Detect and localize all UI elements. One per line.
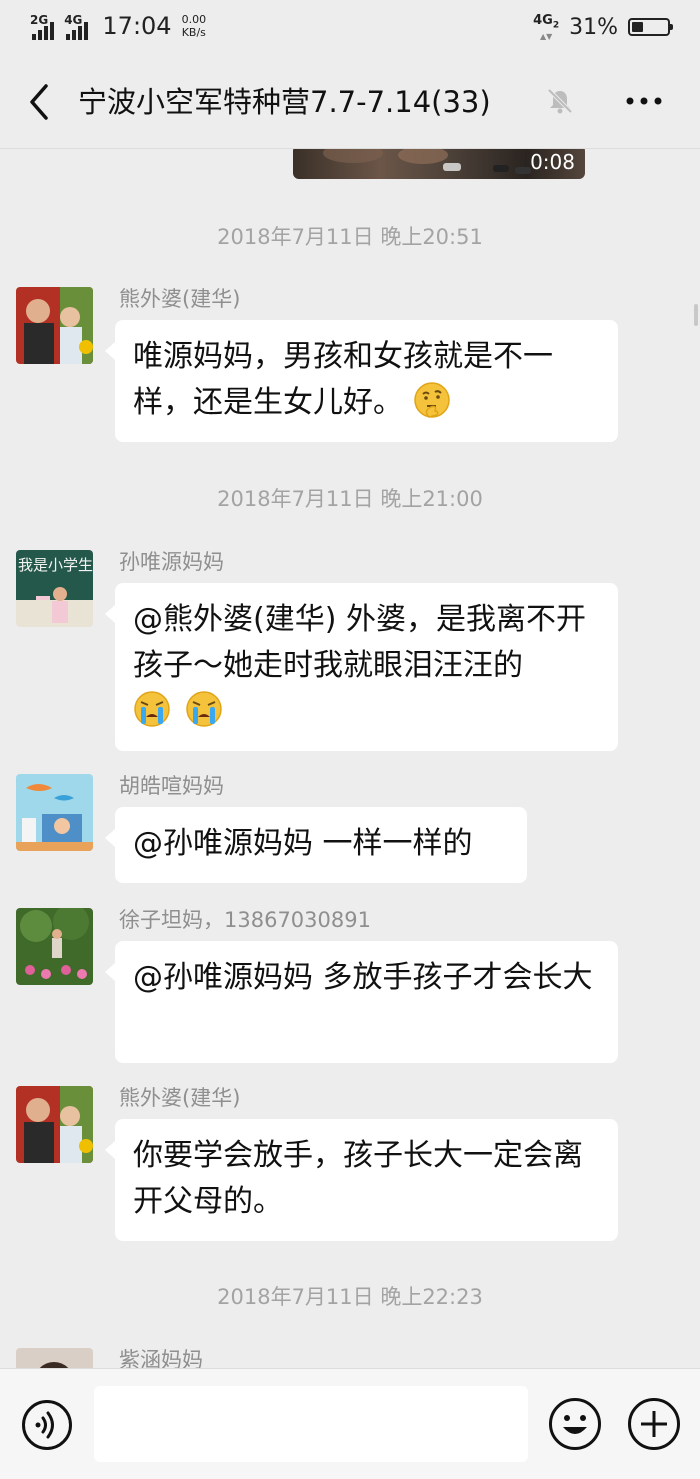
signal-bars-icon [32, 22, 55, 40]
video-duration: 0:08 [530, 150, 575, 174]
chat-area[interactable]: 0:08 2018年7月11日 晚上20:51 熊外婆(建华) 唯源妈妈，男孩和… [0, 149, 700, 1368]
chat-title: 宁波小空军特种营7.7-7.14(33) [78, 85, 491, 119]
chevron-left-icon [30, 84, 48, 120]
signal-4g: 4G [64, 14, 89, 40]
network-indicator-label: 4G [533, 13, 553, 28]
timestamp: 2018年7月11日 晚上22:23 [217, 1285, 483, 1309]
message-input[interactable] [94, 1386, 528, 1462]
timestamp: 2018年7月11日 晚上20:51 [217, 225, 483, 249]
message-text: 唯源妈妈，男孩和女孩就是不一样，还是生女儿好。 [133, 339, 553, 420]
voice-button[interactable] [21, 1399, 73, 1451]
message-bubble[interactable]: 你要学会放手，孩子长大一定会离开父母的。 [105, 1119, 618, 1241]
avatar[interactable] [16, 774, 93, 851]
speed-unit: KB/s [181, 26, 206, 39]
timestamp: 2018年7月11日 晚上21:00 [217, 487, 483, 511]
avatar[interactable] [16, 908, 93, 985]
crying-face-emoji [134, 691, 170, 727]
status-left: 2G 4G 17:04 0.00 KB/s [30, 12, 206, 40]
sender-name: 熊外婆(建华) [119, 287, 241, 311]
thinking-face-emoji [413, 382, 450, 418]
voice-icon [22, 1400, 72, 1450]
battery-icon [628, 18, 673, 37]
more-dots-icon [626, 97, 662, 105]
signal-2g: 2G [30, 14, 55, 40]
speed-value: 0.00 [181, 13, 207, 26]
emoji-smile-icon [549, 1398, 601, 1450]
avatar[interactable] [16, 1086, 93, 1163]
chat-header: 宁波小空军特种营7.7-7.14(33) [0, 56, 700, 149]
plus-circle-icon [628, 1398, 680, 1450]
sender-name: 紫涵妈妈 [119, 1348, 203, 1368]
message-text: @孙唯源妈妈 一样一样的 [133, 826, 473, 861]
input-bar [0, 1368, 700, 1479]
sender-name: 徐子坦妈，13867030891 [119, 908, 371, 932]
message-bubble[interactable]: @熊外婆(建华) 外婆，是我离不开孩子～她走时我就眼泪汪汪的 [105, 583, 618, 751]
emoji-button[interactable] [548, 1397, 602, 1451]
arrows-icon: ▲▼ [539, 31, 553, 41]
message-text: 你要学会放手，孩子长大一定会离开父母的。 [133, 1138, 583, 1219]
message-bubble[interactable]: @孙唯源妈妈 多放手孩子才会长大 [105, 941, 618, 1063]
scrollbar[interactable] [694, 304, 698, 326]
avatar[interactable] [16, 1348, 93, 1368]
avatar[interactable]: 我是小学生 [16, 550, 93, 627]
message-bubble[interactable]: @孙唯源妈妈 一样一样的 [105, 807, 527, 883]
battery-percent: 31% [569, 14, 618, 40]
sender-name: 胡皓喧妈妈 [119, 774, 224, 798]
bell-muted-icon [546, 87, 574, 115]
clock: 17:04 [102, 12, 172, 40]
network-speed: 0.00 KB/s [182, 14, 207, 40]
battery-fill [632, 22, 643, 33]
crying-face-emoji [185, 691, 222, 727]
plus-button[interactable] [627, 1397, 681, 1451]
status-bar: 2G 4G 17:04 0.00 KB/s 4G2 ▲▼ 31% [0, 0, 700, 56]
sender-name: 孙唯源妈妈 [119, 550, 224, 574]
signal-bars-icon [66, 22, 89, 40]
sender-name: 熊外婆(建华) [119, 1086, 241, 1110]
network-indicator-sub: 2 [552, 20, 560, 31]
message-text: @孙唯源妈妈 多放手孩子才会长大 [133, 960, 593, 995]
more-button[interactable] [624, 86, 664, 116]
message-text: @熊外婆(建华) 外婆，是我离不开孩子～她走时我就眼泪汪汪的 [133, 602, 586, 683]
avatar[interactable] [16, 287, 93, 364]
message-bubble[interactable]: 唯源妈妈，男孩和女孩就是不一样，还是生女儿好。 [105, 320, 618, 442]
status-right: 4G2 ▲▼ 31% [533, 14, 673, 41]
video-message[interactable]: 0:08 [293, 149, 585, 179]
network-indicator: 4G2 ▲▼ [533, 14, 559, 41]
back-button[interactable] [22, 82, 58, 122]
svg-text:我是小学生: 我是小学生 [18, 556, 93, 574]
